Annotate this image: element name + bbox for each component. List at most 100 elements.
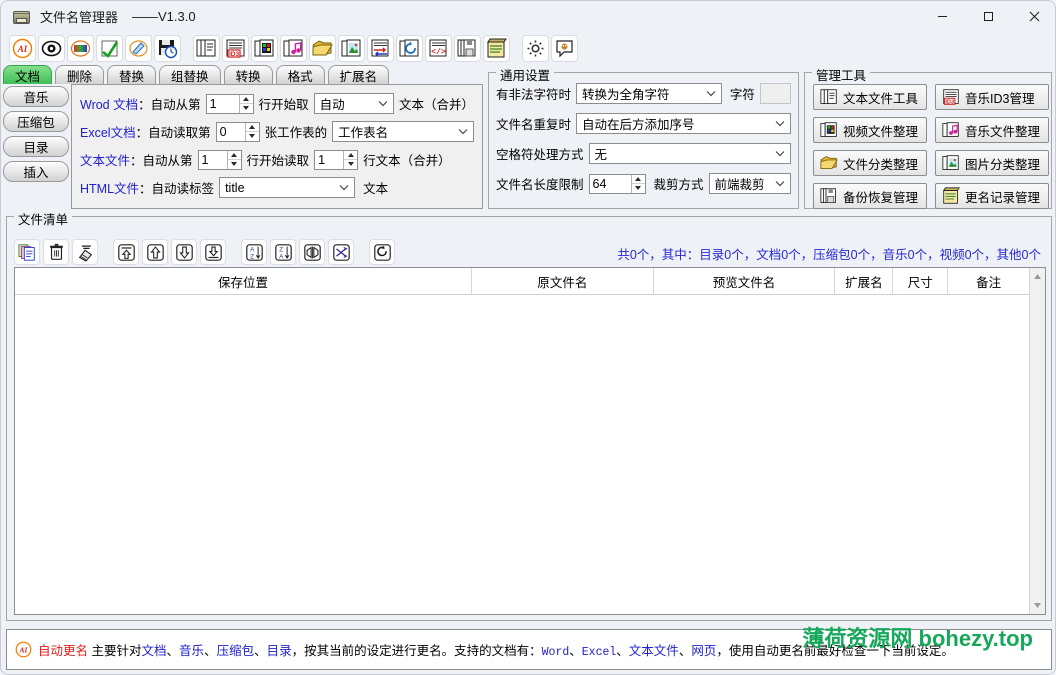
minimize-button[interactable] [919,1,965,32]
close-button[interactable] [1011,1,1056,32]
check-icon[interactable] [96,35,123,62]
tab-document[interactable]: 文档 [3,65,52,84]
clear-all-icon[interactable] [72,239,98,265]
length-limit-stepper[interactable] [589,174,646,194]
text-files-icon[interactable] [193,35,220,62]
move-up-icon[interactable] [142,239,168,265]
music-id3-button[interactable]: ID3 音乐ID3管理 [935,84,1049,110]
duplicate-name-label: 文件名重复时 [496,114,571,133]
tab-delete[interactable]: 删除 [55,65,104,84]
column-remark[interactable]: 备注 [948,268,1029,295]
ai-rename-icon[interactable]: AI [9,35,36,62]
status-keyword-directory: 目录 [267,644,292,658]
maximize-button[interactable] [965,1,1011,32]
scroll-up-icon[interactable] [1031,270,1045,283]
text-file-tool-button[interactable]: 文本文件工具 [813,84,927,110]
category-tabs: 文档 删除 替换 组替换 转换 格式 扩展名 [3,64,483,84]
space-handling-value: 无 [595,144,608,163]
excel-sheet-input[interactable] [217,123,245,141]
image-sort-icon[interactable] [338,35,365,62]
id3-icon[interactable]: ID3 [222,35,249,62]
textfile-line-count-stepper[interactable] [314,150,358,170]
tab-group-replace[interactable]: 组替换 [159,65,221,84]
add-files-icon[interactable] [14,239,40,265]
file-table-body[interactable] [15,295,1029,614]
file-table-main: 保存位置 原文件名 预览文件名 扩展名 尺寸 备注 [15,268,1029,614]
shuffle-icon[interactable] [328,239,354,265]
file-list-table: 保存位置 原文件名 预览文件名 扩展名 尺寸 备注 [14,267,1046,615]
save-clock-icon[interactable] [154,35,181,62]
backup-restore-button[interactable]: 备份恢复管理 [813,183,927,209]
refresh-icon[interactable] [369,239,395,265]
music-files-icon[interactable] [280,35,307,62]
preview-icon[interactable] [38,35,65,62]
status-keyword-textfile: 文本文件 [629,644,679,658]
text-settings-row: 文本文件 ： 自动从第 行开始读取 行文本（合并） [80,147,474,172]
column-size[interactable]: 尺寸 [893,268,948,295]
rename-record-button[interactable]: 更名记录管理 [935,183,1049,209]
textfile-label: 文本文件 [80,150,130,169]
video-files-icon[interactable] [251,35,278,62]
image-classify-button[interactable]: 图片分类整理 [935,150,1049,176]
word-start-line-input[interactable] [207,95,239,113]
record-icon[interactable] [483,35,510,62]
illegal-char-select[interactable]: 转换为全角字符 [576,83,722,104]
excel-text-2: 张工作表的 [265,122,328,141]
window-version: ——V1.3.0 [132,9,196,24]
video-organize-button[interactable]: 视频文件整理 [813,117,927,143]
word-settings-row: Wrod 文档 ： 自动从第 行开始取 自动 文本（合并） [80,91,474,116]
backup-icon[interactable] [454,35,481,62]
about-icon[interactable] [551,35,578,62]
swap-icon[interactable] [367,35,394,62]
excel-mode-select[interactable]: 工作表名 [332,121,474,142]
textfile-start-line-stepper[interactable] [198,150,242,170]
textfile-start-line-input[interactable] [199,151,227,169]
refresh-files-icon[interactable] [396,35,423,62]
sidetab-archive[interactable]: 压缩包 [3,111,69,132]
scroll-down-icon[interactable] [1031,599,1045,612]
delete-icon[interactable] [43,239,69,265]
space-handling-select[interactable]: 无 [589,143,791,164]
tab-format[interactable]: 格式 [276,65,325,84]
settings-gear-icon[interactable] [522,35,549,62]
illegal-char-value: 转换为全角字符 [582,84,670,103]
html-settings-row: HTML文件 ： 自动读标签 title 文本 [80,175,474,200]
sidetab-music[interactable]: 音乐 [3,86,69,107]
tab-replace[interactable]: 替换 [107,65,156,84]
tab-extension[interactable]: 扩展名 [328,65,390,84]
vertical-scrollbar[interactable] [1029,268,1045,614]
sort-az-icon[interactable]: AZ [241,239,267,265]
brush-icon[interactable] [125,35,152,62]
length-limit-input[interactable] [590,175,631,193]
html-colon: ： [139,178,152,197]
duplicate-name-select[interactable]: 自动在后方添加序号 [576,113,791,134]
textfile-line-count-input[interactable] [315,151,343,169]
code-files-icon[interactable]: </> [425,35,452,62]
column-original-name[interactable]: 原文件名 [472,268,654,295]
excel-sheet-stepper[interactable] [216,122,260,142]
move-top-icon[interactable] [113,239,139,265]
crop-mode-select[interactable]: 前端裁剪 [709,173,791,194]
file-classify-button[interactable]: 文件分类整理 [813,150,927,176]
word-label: Wrod 文档 [80,94,138,113]
music-organize-button[interactable]: 音乐文件整理 [935,117,1049,143]
file-classify-label: 文件分类整理 [843,154,918,173]
move-down-icon[interactable] [171,239,197,265]
sidetab-insert[interactable]: 插入 [3,161,69,182]
html-tag-select[interactable]: title [219,177,355,198]
tab-convert[interactable]: 转换 [224,65,273,84]
reverse-icon[interactable] [299,239,325,265]
sort-za-icon[interactable]: ZA [270,239,296,265]
replacement-char-input[interactable] [760,83,791,104]
column-extension[interactable]: 扩展名 [835,268,893,295]
column-preview-name[interactable]: 预览文件名 [654,268,836,295]
sidetab-directory[interactable]: 目录 [3,136,69,157]
colors-icon[interactable] [67,35,94,62]
move-bottom-icon[interactable] [200,239,226,265]
status-keyword-archive: 压缩包 [217,644,255,658]
word-mode-select[interactable]: 自动 [314,93,394,114]
column-save-location[interactable]: 保存位置 [15,268,472,295]
word-start-line-stepper[interactable] [206,94,254,114]
space-handling-row: 空格符处理方式 无 [496,143,791,164]
folder-sort-icon[interactable] [309,35,336,62]
